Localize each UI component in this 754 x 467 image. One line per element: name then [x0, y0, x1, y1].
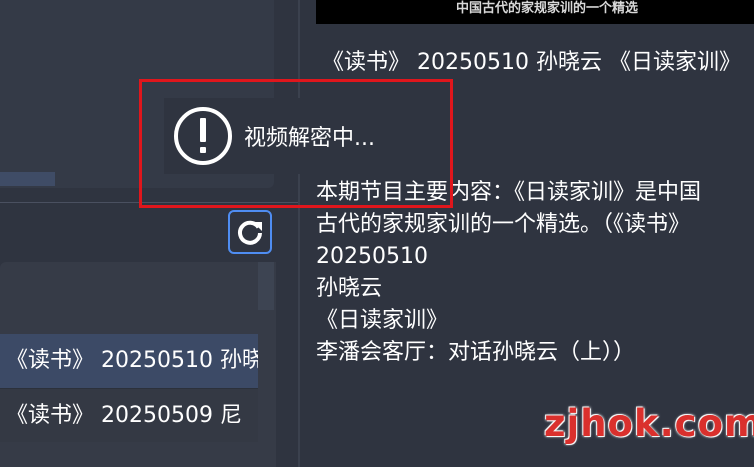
refresh-button[interactable] [228, 210, 272, 254]
description-line: 20250510 [316, 244, 428, 269]
progress-bar[interactable] [0, 172, 55, 186]
list-item[interactable] [0, 447, 258, 467]
episode-title: 《读书》 20250510 孙晓云 《日读家训》 [322, 50, 741, 75]
list-item[interactable]: 《读书》 20250509 尼 [0, 388, 258, 442]
description-line: 古代的家规家训的一个精选。（《读书》 [316, 212, 691, 237]
list-header-spacer [0, 312, 258, 334]
list-item-selected[interactable]: 《读书》 20250510 孙晓云 《日读家训》 [0, 334, 258, 388]
refresh-icon [238, 220, 262, 245]
video-thumbnail[interactable]: 中国古代的家规家训的一个精选 [316, 0, 754, 24]
description-line: 李潘会客厅：对话孙晓云（上）） [316, 340, 636, 365]
watermark: zjhok.com [544, 402, 754, 445]
description-line: 孙晓云 [316, 276, 383, 301]
list-scrollbar[interactable] [258, 262, 274, 310]
vertical-divider[interactable] [298, 0, 300, 467]
description-line: 《日读家训》 [316, 308, 449, 333]
thumbnail-caption: 中国古代的家规家训的一个精选 [456, 1, 639, 16]
highlight-frame [139, 79, 453, 208]
